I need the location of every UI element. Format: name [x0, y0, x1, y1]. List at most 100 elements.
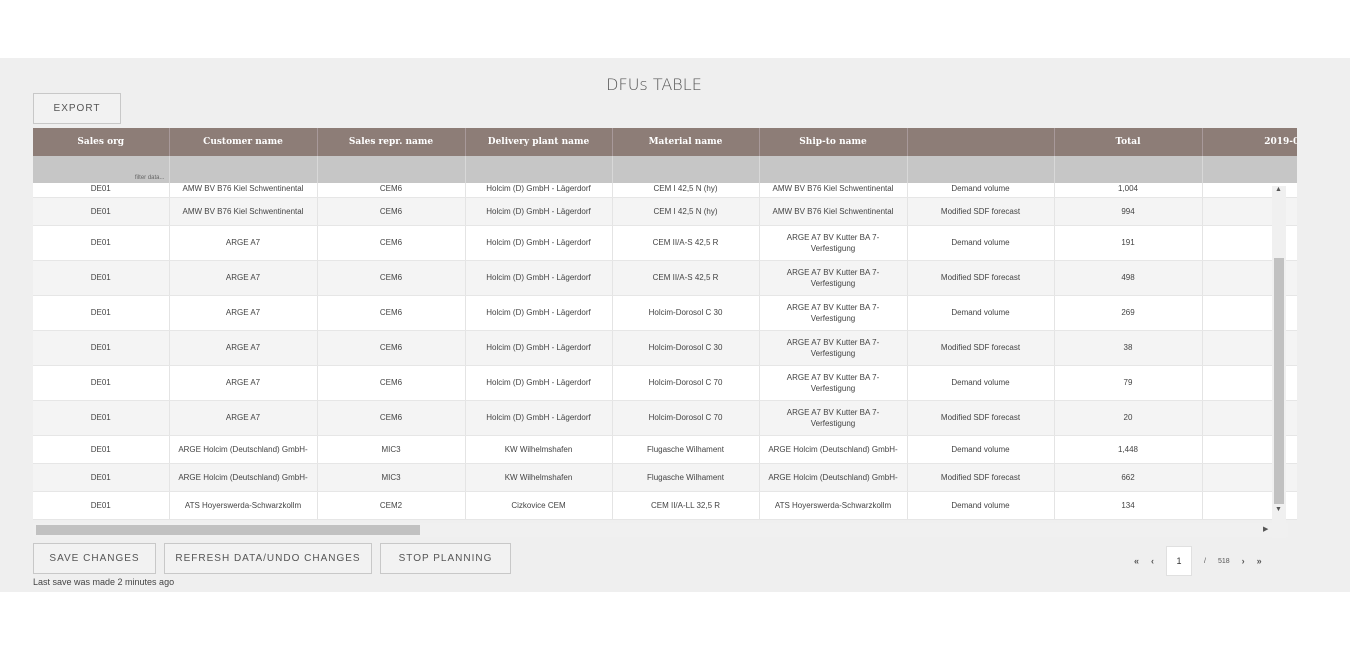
table-cell[interactable]: Holcim (D) GmbH - Lägerdorf: [465, 183, 613, 198]
table-cell[interactable]: ARGE A7: [169, 330, 318, 366]
table-cell[interactable]: 1,448: [1054, 435, 1203, 464]
table-cell[interactable]: Holcim-Dorosol C 70: [612, 365, 760, 401]
column-header[interactable]: Customer name: [169, 128, 318, 156]
table-cell[interactable]: Holcim-Dorosol C 30: [612, 330, 760, 366]
table-cell[interactable]: ARGE Holcim (Deutschland) GmbH-: [169, 463, 318, 492]
column-header[interactable]: Material name: [612, 128, 760, 156]
first-page-icon[interactable]: «: [1134, 556, 1139, 566]
table-cell[interactable]: Demand volume: [907, 365, 1055, 401]
column-filter-input[interactable]: [907, 156, 1055, 183]
table-cell[interactable]: CEM6: [317, 295, 466, 331]
table-cell[interactable]: ARGE A7 BV Kutter BA 7-Verfestigung: [759, 400, 908, 436]
table-cell[interactable]: ARGE A7 BV Kutter BA 7-Verfestigung: [759, 365, 908, 401]
page-number-input[interactable]: 1: [1166, 546, 1193, 576]
table-cell[interactable]: CEM6: [317, 365, 466, 401]
table-cell[interactable]: CEM I 42,5 N (hy): [612, 197, 760, 226]
table-cell[interactable]: 498: [1054, 260, 1203, 296]
table-cell[interactable]: DE01: [33, 295, 170, 331]
table-cell[interactable]: CEM2: [317, 491, 466, 520]
table-cell[interactable]: CEM6: [317, 260, 466, 296]
table-cell[interactable]: DE01: [33, 435, 170, 464]
table-cell[interactable]: 191: [1054, 225, 1203, 261]
horizontal-scrollbar[interactable]: ▶: [33, 523, 1288, 537]
scroll-up-icon[interactable]: ▲: [1275, 186, 1282, 193]
table-cell[interactable]: 994: [1054, 197, 1203, 226]
table-cell[interactable]: AMW BV B76 Kiel Schwentinental: [169, 197, 318, 226]
table-row[interactable]: DE01 ARGE A7 CEM6 Holcim (D) GmbH - Lägerdo…: [33, 225, 1297, 261]
table-cell[interactable]: MIC3: [317, 435, 466, 464]
table-cell[interactable]: ATS Hoyerswerda-Schwarzkollm: [169, 491, 318, 520]
table-cell[interactable]: ARGE A7 BV Kutter BA 7-Verfestigung: [759, 330, 908, 366]
table-cell[interactable]: Holcim (D) GmbH - Lägerdorf: [465, 365, 613, 401]
table-cell[interactable]: CEM6: [317, 225, 466, 261]
last-page-icon[interactable]: »: [1257, 556, 1262, 566]
column-header[interactable]: Delivery plant name: [465, 128, 613, 156]
table-cell[interactable]: ATS Hoyerswerda-Schwarzkollm: [759, 491, 908, 520]
column-header[interactable]: Total: [1054, 128, 1203, 156]
table-cell[interactable]: Demand volume: [907, 435, 1055, 464]
table-row[interactable]: DE01 AMW BV B76 Kiel Schwentinental CEM6 Ho…: [33, 183, 1297, 198]
table-cell[interactable]: KW Wilhelmshafen: [465, 463, 613, 492]
column-header[interactable]: Sales repr. name: [317, 128, 466, 156]
table-cell[interactable]: ARGE A7: [169, 400, 318, 436]
table-cell[interactable]: DE01: [33, 330, 170, 366]
column-filter-input[interactable]: [465, 156, 613, 183]
prev-page-icon[interactable]: ‹: [1151, 556, 1154, 566]
column-filter-input[interactable]: [1202, 156, 1297, 183]
table-cell[interactable]: DE01: [33, 260, 170, 296]
table-cell[interactable]: Flugasche Wilhament: [612, 435, 760, 464]
table-cell[interactable]: Modified SDF forecast: [907, 400, 1055, 436]
table-row[interactable]: DE01 ATS Hoyerswerda-Schwarzkollm CEM2 Cizk…: [33, 491, 1297, 520]
table-cell[interactable]: ARGE A7: [169, 295, 318, 331]
table-cell[interactable]: Cizkovice CEM: [465, 491, 613, 520]
table-cell[interactable]: AMW BV B76 Kiel Schwentinental: [169, 183, 318, 198]
column-filter-input[interactable]: [317, 156, 466, 183]
table-cell[interactable]: AMW BV B76 Kiel Schwentinental: [759, 183, 908, 198]
column-header[interactable]: Ship-to name: [759, 128, 908, 156]
column-filter-input[interactable]: filter data...: [33, 156, 170, 183]
table-cell[interactable]: DE01: [33, 365, 170, 401]
table-cell[interactable]: Holcim-Dorosol C 30: [612, 295, 760, 331]
save-changes-button[interactable]: SAVE CHANGES: [33, 543, 156, 574]
scroll-down-icon[interactable]: ▼: [1275, 506, 1282, 513]
column-filter-input[interactable]: [759, 156, 908, 183]
table-cell[interactable]: Holcim (D) GmbH - Lägerdorf: [465, 295, 613, 331]
table-cell[interactable]: ARGE A7 BV Kutter BA 7-Verfestigung: [759, 260, 908, 296]
next-page-icon[interactable]: ›: [1242, 556, 1245, 566]
table-cell[interactable]: 1,004: [1054, 183, 1203, 198]
table-cell[interactable]: Holcim (D) GmbH - Lägerdorf: [465, 260, 613, 296]
table-cell[interactable]: DE01: [33, 463, 170, 492]
table-cell[interactable]: MIC3: [317, 463, 466, 492]
table-cell[interactable]: Holcim (D) GmbH - Lägerdorf: [465, 197, 613, 226]
table-row[interactable]: DE01 ARGE A7 CEM6 Holcim (D) GmbH - Lägerdo…: [33, 365, 1297, 401]
table-cell[interactable]: CEM II/A-LL 32,5 R: [612, 491, 760, 520]
table-cell[interactable]: 79: [1054, 365, 1203, 401]
table-cell[interactable]: ARGE Holcim (Deutschland) GmbH-: [759, 435, 908, 464]
stop-planning-button[interactable]: STOP PLANNING: [380, 543, 511, 574]
export-button[interactable]: EXPORT: [33, 93, 121, 124]
table-row[interactable]: DE01 AMW BV B76 Kiel Schwentinental CEM6 Ho…: [33, 197, 1297, 226]
table-cell[interactable]: 38: [1054, 330, 1203, 366]
table-cell[interactable]: Demand volume: [907, 225, 1055, 261]
table-cell[interactable]: DE01: [33, 197, 170, 226]
table-cell[interactable]: CEM II/A-S 42,5 R: [612, 260, 760, 296]
table-cell[interactable]: ARGE A7 BV Kutter BA 7-Verfestigung: [759, 225, 908, 261]
table-cell[interactable]: ARGE A7 BV Kutter BA 7-Verfestigung: [759, 295, 908, 331]
table-cell[interactable]: 269: [1054, 295, 1203, 331]
table-cell[interactable]: ARGE A7: [169, 260, 318, 296]
table-cell[interactable]: Modified SDF forecast: [907, 463, 1055, 492]
column-header[interactable]: 2019-07: [1202, 128, 1297, 156]
table-cell[interactable]: ARGE A7: [169, 365, 318, 401]
table-cell[interactable]: Holcim (D) GmbH - Lägerdorf: [465, 330, 613, 366]
vertical-scrollbar[interactable]: ▲ ▼: [1272, 186, 1286, 538]
table-cell[interactable]: ARGE Holcim (Deutschland) GmbH-: [759, 463, 908, 492]
column-filter-input[interactable]: [612, 156, 760, 183]
table-cell[interactable]: Holcim (D) GmbH - Lägerdorf: [465, 400, 613, 436]
table-cell[interactable]: KW Wilhelmshafen: [465, 435, 613, 464]
table-cell[interactable]: Demand volume: [907, 295, 1055, 331]
column-header[interactable]: Sales org: [33, 128, 170, 156]
table-row[interactable]: DE01 ARGE A7 CEM6 Holcim (D) GmbH - Lägerdo…: [33, 295, 1297, 331]
table-cell[interactable]: AMW BV B76 Kiel Schwentinental: [759, 197, 908, 226]
table-cell[interactable]: DE01: [33, 400, 170, 436]
table-row[interactable]: DE01 ARGE Holcim (Deutschland) GmbH- MIC3 K…: [33, 435, 1297, 464]
